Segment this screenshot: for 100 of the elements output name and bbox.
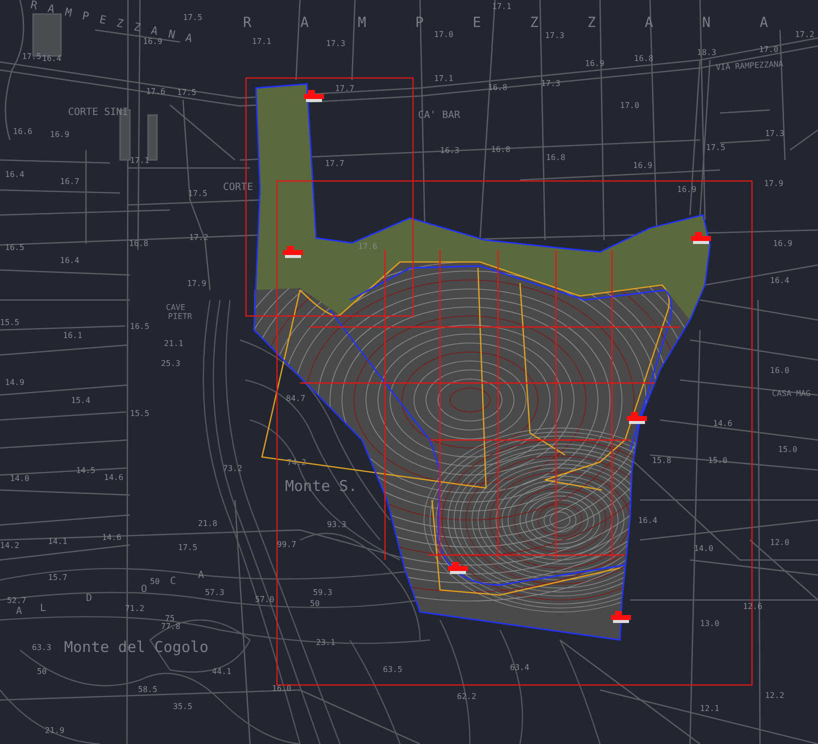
elevation-label: 17.1 [434,74,454,84]
elevation-label: 17.0 [759,45,778,54]
elevation-label: 16.5 [130,322,150,332]
elevation-label: 15.8 [652,456,672,466]
elevation-label: 16.9 [585,59,604,68]
place-name-label: O [141,584,148,595]
elevation-label: 13.0 [700,619,720,628]
elevation-label: 17.1 [252,37,272,46]
place-name-label: D [86,593,92,604]
elevation-label: 44.1 [212,667,232,676]
marker-icon [304,90,324,102]
place-name-label: CASA MAG [772,389,811,398]
elevation-label: 12.0 [770,538,790,548]
elevation-label: 16.0 [770,366,790,376]
elevation-label: 63.5 [383,665,402,674]
elevation-label: 17.3 [326,39,346,48]
elevation-label: 73.2 [223,464,242,474]
elevation-label: 17.9 [764,179,784,188]
elevation-label: 16.4 [42,54,62,64]
elevation-label: 16.4 [770,276,790,286]
place-name-label: R A M P E Z Z A N A [243,15,768,31]
elevation-label: 17.5 [183,13,202,22]
elevation-label: 25.3 [161,359,180,368]
elevation-label: 17.1 [130,156,150,166]
place-name-label: CA' BAR [418,110,460,121]
elevation-label: 17.2 [795,30,814,40]
elevation-label: 16.6 [13,127,32,136]
elevation-label: 84.7 [286,394,306,404]
place-name-label: Monte del Cogolo [64,638,208,656]
elevation-label: 14.6 [104,473,124,482]
elevation-label: 17.5 [178,543,198,552]
elevation-label: 17.6 [358,242,378,252]
elevation-label: 93.3 [327,520,346,530]
elevation-label: 21.9 [45,726,64,736]
elevation-label: 17.3 [765,129,784,138]
elevation-label: 16.9 [143,37,162,46]
elevation-label: 62.2 [457,692,476,702]
elevation-label: 14.9 [5,378,24,388]
elevation-label: 17.5 [177,88,196,98]
elevation-label: 14.5 [76,466,96,476]
place-name-label: L [40,603,46,614]
elevation-label: 17.3 [545,31,564,40]
elevation-label: 63.3 [32,643,52,652]
place-name-label: Monte S. [285,477,358,495]
elevation-label: 17.5 [188,189,208,198]
elevation-label: 16.9 [773,239,792,248]
elevation-label: 14.6 [713,419,732,428]
elevation-label: 23.1 [316,638,336,648]
elevation-label: 14.2 [0,541,20,550]
elevation-label: 15.5 [130,409,150,418]
elevation-label: 18.3 [697,48,716,58]
place-name-label: A [16,606,22,617]
elevation-label: 12.1 [700,704,720,714]
elevation-label: 16.0 [272,684,292,694]
elevation-label: 15.5 [0,318,20,328]
elevation-label: 50 [310,599,320,608]
place-name-label: CORTE SINI [68,107,128,118]
marker-icon [448,562,468,574]
marker-icon [611,611,631,623]
elevation-label: 17.1 [492,2,512,12]
elevation-label: 21.8 [198,519,218,528]
marker-icon [283,246,303,258]
elevation-label: 17.0 [620,101,640,110]
elevation-label: 17.5 [22,52,42,62]
elevation-label: 15.0 [708,456,728,466]
elevation-label: 21.1 [164,339,184,348]
elevation-label: 16.8 [546,153,566,162]
elevation-label: 14.6 [102,533,122,542]
elevation-label: 57.3 [205,588,224,598]
elevation-label: 59.3 [313,588,332,598]
elevation-label: 35.5 [173,702,192,712]
place-name-label: CAVE [166,303,186,312]
elevation-label: 14.1 [48,537,68,546]
elevation-label: 50 [37,667,47,676]
elevation-label: 16.8 [491,145,510,154]
elevation-label: 17.0 [434,30,454,40]
elevation-label: 16.8 [488,83,508,92]
elevation-label: 17.7 [325,159,344,168]
marker-icon [691,232,711,244]
elevation-label: 15.7 [48,573,68,582]
elevation-label: 16.5 [5,243,24,252]
elevation-label: 15.0 [778,445,798,454]
elevation-label: 16.4 [638,516,658,526]
elevation-label: 16.4 [5,170,24,180]
elevation-label: 57.0 [255,595,274,604]
elevation-label: 16.9 [633,161,652,170]
elevation-label: 16.1 [63,331,82,340]
elevation-label: 16.7 [60,177,80,186]
elevation-label: 17.3 [541,79,560,88]
elevation-label: 71.2 [125,604,144,614]
elevation-label: 15.4 [71,396,90,406]
elevation-label: 17.2 [189,233,208,242]
elevation-label: 75 [165,614,175,624]
place-name-label: VIA RAMPEZZANA [716,59,784,72]
elevation-label: 16.3 [440,146,460,156]
marker-icon [627,412,647,424]
elevation-label: 12.2 [765,691,784,700]
elevation-label: 16.8 [634,54,654,64]
place-name-label: C [170,576,176,587]
elevation-label: 58.5 [138,685,158,694]
